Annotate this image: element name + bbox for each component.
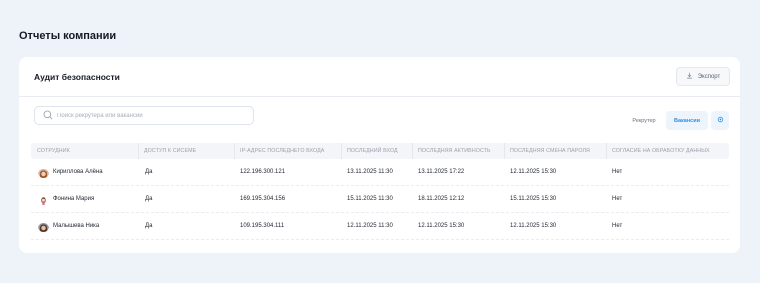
access-value: Да	[145, 169, 153, 175]
ip-value: 169.195.304.156	[240, 196, 286, 202]
page-title: Отчеты компании	[19, 30, 117, 42]
employee-name: Фонина Мария	[53, 196, 95, 202]
password-change-value: 15.11.2025 15:30	[510, 196, 557, 202]
table-row[interactable]: Малышева Ника Да 109.195.304.111 12.11.2…	[31, 213, 729, 240]
column-header-consent: СОГЛАСИЕ НА ОБРАБОТКУ ДАННЫХ	[606, 143, 710, 159]
search-icon	[43, 107, 53, 125]
column-header-last-login: ПОСЛЕДНИЙ ВХОД	[341, 143, 398, 159]
consent-value: Нет	[612, 169, 623, 175]
table-row[interactable]: Кириллова Алёна Да 122.196.300.121 13.11…	[31, 159, 729, 186]
export-label: Экспорт	[697, 73, 721, 80]
employee-name: Кириллова Алёна	[53, 169, 103, 175]
column-header-access: ДОСТУП К СИСЕМЕ	[138, 143, 196, 159]
filter-recruiter-button[interactable]: Рекрутер	[627, 111, 661, 130]
last-login-value: 15.11.2025 11:30	[347, 196, 393, 202]
column-header-password-change: ПОСЛЕДНЯЯ СМЕНА ПАРОЛЯ	[504, 143, 590, 159]
filter-vacancy-button[interactable]: Вакансии	[666, 111, 708, 130]
table-row[interactable]: Фонина Мария Да 169.195.304.156 15.11.20…	[31, 186, 729, 213]
card-title: Аудит безопасности	[34, 72, 120, 82]
access-value: Да	[145, 196, 153, 202]
last-login-value: 13.11.2025 11:30	[347, 169, 393, 175]
avatar	[38, 221, 49, 232]
security-audit-card: Аудит безопасности Экспорт Рекрутер Вака…	[19, 57, 740, 253]
avatar	[38, 194, 49, 205]
search-input[interactable]	[57, 112, 247, 119]
last-activity-value: 12.11.2025 15:30	[418, 223, 465, 229]
ip-value: 109.195.304.111	[240, 223, 285, 229]
avatar	[38, 167, 49, 178]
consent-value: Нет	[612, 223, 623, 229]
table-header: СОТРУДНИК ДОСТУП К СИСЕМЕ IP-АДРЕС ПОСЛЕ…	[31, 143, 729, 159]
settings-button[interactable]	[711, 111, 729, 130]
column-header-employee: СОТРУДНИК	[37, 148, 70, 154]
consent-value: Нет	[612, 196, 623, 202]
search-box	[34, 106, 254, 125]
export-button[interactable]: Экспорт	[676, 67, 730, 86]
access-value: Да	[145, 223, 153, 229]
column-header-last-activity: ПОСЛЕДНЯЯ АКТИВНОСТЬ	[412, 143, 491, 159]
card-header: Аудит безопасности Экспорт	[19, 57, 740, 97]
password-change-value: 12.11.2025 15:30	[510, 169, 557, 175]
employee-name: Малышева Ника	[53, 223, 100, 229]
download-icon	[686, 72, 693, 81]
ip-value: 122.196.300.121	[240, 169, 286, 175]
settings-icon	[717, 116, 724, 125]
password-change-value: 12.11.2025 15:30	[510, 223, 557, 229]
last-activity-value: 13.11.2025 17:22	[418, 169, 465, 175]
last-activity-value: 18.11.2025 12:12	[418, 196, 465, 202]
column-header-ip: IP-АДРЕС ПОСЛЕДНЕГО ВХОДА	[234, 143, 324, 159]
last-login-value: 12.11.2025 11:30	[347, 223, 393, 229]
